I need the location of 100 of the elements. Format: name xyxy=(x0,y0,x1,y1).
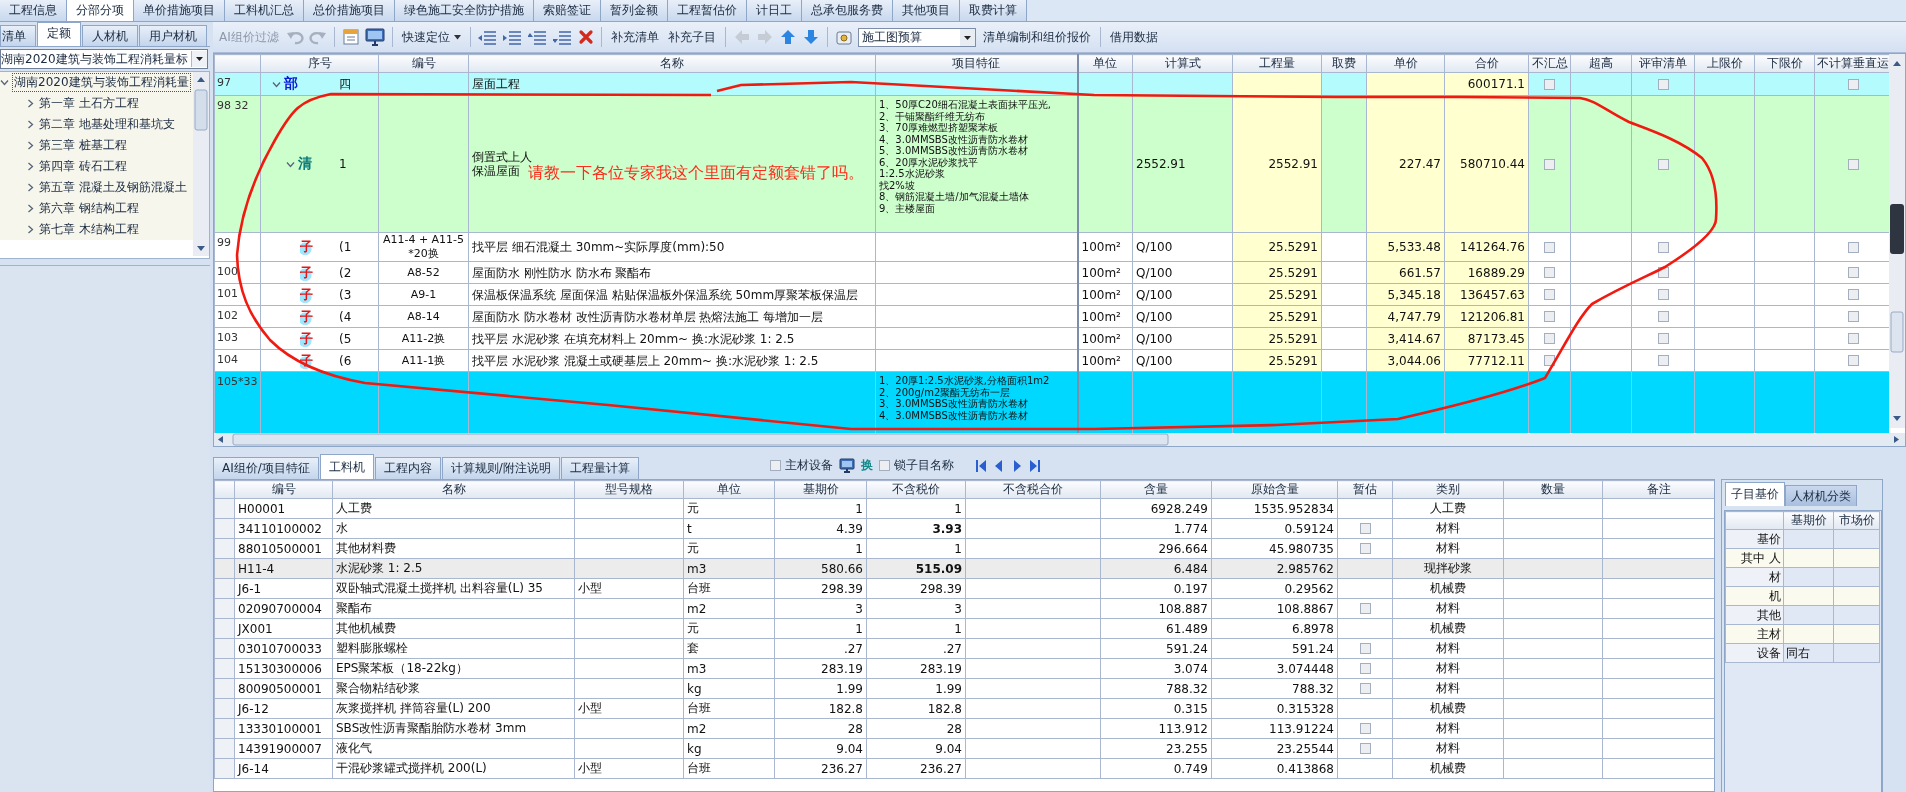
tab[interactable]: 总承包服务费 xyxy=(802,0,893,21)
checkbox[interactable] xyxy=(1657,78,1669,90)
caret-icon[interactable] xyxy=(26,204,35,213)
list-move-up-icon[interactable] xyxy=(527,29,548,45)
tree-item[interactable]: 第七章 木结构工程 xyxy=(0,219,193,240)
toolbar-button[interactable]: 借用数据 xyxy=(1107,26,1160,48)
column-header[interactable]: 市场价 xyxy=(1833,511,1880,530)
caret-icon[interactable] xyxy=(26,99,35,108)
previous-record-icon[interactable] xyxy=(993,459,1004,472)
column-header[interactable]: 名称 xyxy=(468,54,876,73)
tab[interactable]: 索赔签证 xyxy=(534,0,601,21)
tab[interactable]: 计日工 xyxy=(747,0,802,21)
caret-icon[interactable] xyxy=(26,225,35,234)
column-header[interactable]: 工程量 xyxy=(1232,54,1322,73)
tab[interactable]: 清单 xyxy=(0,25,36,46)
last-record-icon[interactable] xyxy=(1029,459,1040,472)
column-header[interactable]: 下限价 xyxy=(1754,54,1815,73)
table-row[interactable]: J6-1 双卧轴式混凝土搅拌机 出料容量(L) 35 小型 台班 298.39 298.39 0.197 0.29562 机械费 xyxy=(214,578,1714,599)
column-header[interactable]: 编号 xyxy=(378,54,469,73)
tab[interactable]: 计算规则/附注说明 xyxy=(441,457,560,479)
column-header[interactable]: 计算式 xyxy=(1132,54,1233,73)
table-row[interactable]: J6-14 干混砂浆罐式搅拌机 200(L) 小型 台班 236.27 236.27 0.749 0.413868 机械费 xyxy=(214,758,1714,779)
column-header[interactable]: 原始含量 xyxy=(1211,480,1338,499)
checkbox[interactable] xyxy=(1359,543,1371,554)
checkbox[interactable] xyxy=(1544,267,1555,278)
tree-item[interactable]: 第一章 土石方工程 xyxy=(0,93,193,114)
checkbox[interactable] xyxy=(1847,78,1859,90)
checkbox[interactable] xyxy=(1544,78,1555,90)
tree-item[interactable]: 第六章 钢结构工程 xyxy=(0,198,193,219)
column-header[interactable]: 类别 xyxy=(1392,480,1504,499)
tab[interactable]: 工料机汇总 xyxy=(225,0,304,21)
table-row[interactable]: 13330100001 SBS改性沥青聚酯胎防水卷材 3mm m2 28 28 113.912 113.91224 材料 xyxy=(214,718,1714,739)
library-select[interactable]: 湖南2020建筑与装饰工程消耗量标 xyxy=(0,49,208,69)
checkbox[interactable] xyxy=(1847,355,1859,366)
tab[interactable]: 单价措施项目 xyxy=(134,0,225,21)
outdent-icon[interactable] xyxy=(477,29,498,45)
horizontal-scrollbar[interactable] xyxy=(214,433,1905,446)
checkbox[interactable] xyxy=(1847,333,1859,344)
checkbox[interactable] xyxy=(1544,158,1555,170)
table-row[interactable]: 88010500001 其他材料费 元 1 1 296.664 45.980735 材料 xyxy=(214,538,1714,559)
tree-item[interactable]: 第二章 地基处理和基坑支 xyxy=(0,114,193,135)
tab[interactable]: 用户材机 xyxy=(139,25,207,46)
tab[interactable]: 人材机 xyxy=(82,25,138,46)
table-row[interactable]: 15130300006 EPS聚苯板（18-22kg） m3 283.19 283.19 3.074 3.074448 材料 xyxy=(214,658,1714,679)
column-header[interactable]: 单位 xyxy=(1077,54,1133,73)
column-header[interactable]: 超高 xyxy=(1570,54,1632,73)
tree-item[interactable]: 第四章 砖石工程 xyxy=(0,156,193,177)
caret-icon[interactable] xyxy=(26,162,35,171)
checkbox[interactable] xyxy=(1544,241,1555,253)
tab[interactable]: 人材机分类 xyxy=(1785,485,1857,506)
table-row[interactable]: J6-12 灰浆搅拌机 拌筒容量(L) 200 小型 台班 182.8 182.8 0.315 0.315328 机械费 xyxy=(214,698,1714,719)
tab[interactable]: 工程量计算 xyxy=(560,457,639,479)
tree-item[interactable]: 第三章 桩基工程 xyxy=(0,135,193,156)
column-header[interactable]: 名称 xyxy=(332,480,575,499)
table-row[interactable]: H00001 人工费 元 1 1 6928.249 1535.952834 人工费 xyxy=(214,498,1714,519)
quick-locate-button[interactable]: 快速定位 xyxy=(399,26,463,48)
toolbar-button[interactable]: 补充子目 xyxy=(665,26,718,48)
caret-icon[interactable] xyxy=(26,141,35,150)
next-record-icon[interactable] xyxy=(1011,459,1022,472)
checkbox[interactable] xyxy=(1359,663,1371,674)
column-header[interactable]: 单位 xyxy=(683,480,775,499)
tab[interactable]: 工料机 xyxy=(319,454,374,479)
table-row[interactable]: 80090500001 聚合物粘结砂浆 kg 1.99 1.99 788.32 788.32 材料 xyxy=(214,678,1714,699)
document-icon[interactable] xyxy=(341,28,360,46)
column-header[interactable]: 上限价 xyxy=(1694,54,1755,73)
checkbox[interactable] xyxy=(1657,355,1669,366)
checkbox[interactable] xyxy=(1657,267,1669,278)
checkbox[interactable] xyxy=(1544,289,1555,300)
table-row[interactable]: 101 子 (3 A9-1 保温板保温系统 屋面保温 粘贴保温板外保温系统 50mm厚聚苯板保温层 100m² Q/100 25.5291 5,345.18 136457.63 xyxy=(214,283,1889,306)
tab[interactable]: 定额 xyxy=(37,22,81,46)
table-row[interactable]: 100 子 (2 A8-52 屋面防水 刚性防水 防水布 聚酯布 100m² Q/100 25.5291 661.57 16889.29 xyxy=(214,261,1889,284)
vertical-scrollbar[interactable] xyxy=(193,72,209,256)
table-row[interactable]: 97 部 四 屋面工程 600171.1 xyxy=(214,72,1889,96)
checkbox[interactable] xyxy=(1544,311,1555,322)
toolbox-icon[interactable] xyxy=(834,28,853,46)
toolbar-button[interactable]: 补充清单 xyxy=(608,26,661,48)
checkbox[interactable] xyxy=(1657,241,1669,253)
first-record-icon[interactable] xyxy=(975,459,986,472)
column-header[interactable]: 不计算垂直运 xyxy=(1814,54,1889,73)
table-row[interactable]: 34110100002 水 t 4.39 3.93 1.774 0.59124 材料 xyxy=(214,518,1714,539)
checkbox[interactable] xyxy=(1544,355,1555,366)
table-row[interactable]: 03010700033 塑料膨胀螺栓 套 .27 .27 591.24 591.24 材料 xyxy=(214,638,1714,659)
column-header[interactable]: 不汇总 xyxy=(1528,54,1571,73)
column-header[interactable]: 单价 xyxy=(1366,54,1445,73)
tab[interactable]: 取费计算 xyxy=(960,0,1027,21)
column-header[interactable]: 不含税合价 xyxy=(965,480,1101,499)
checkbox[interactable] xyxy=(1657,311,1669,322)
monitor-icon[interactable] xyxy=(838,458,855,473)
tab[interactable]: 总价措施项目 xyxy=(304,0,395,21)
toolbar-button[interactable]: 清单编制和组价报价 xyxy=(980,26,1093,48)
tab[interactable]: 暂列金额 xyxy=(601,0,668,21)
list-move-down-icon[interactable] xyxy=(552,29,573,45)
tab[interactable]: 分部分项 xyxy=(67,0,134,21)
tab[interactable]: 绿色施工安全防护措施 xyxy=(395,0,534,21)
column-header[interactable]: 含量 xyxy=(1100,480,1212,499)
caret-icon[interactable] xyxy=(26,120,35,129)
table-row[interactable]: 105*33 1、20厚1:2.5水泥砂浆,分格面积1m2 2、200g/m2聚酯无纺布一层 3、3.0MMSBS改性沥青防水卷材 4、3.0MMSBS改性沥青防水卷材 xyxy=(214,371,1889,433)
column-header[interactable]: 合价 xyxy=(1444,54,1529,73)
checkbox[interactable] xyxy=(878,460,890,471)
checkbox-label[interactable]: 主材设备 xyxy=(784,457,833,474)
